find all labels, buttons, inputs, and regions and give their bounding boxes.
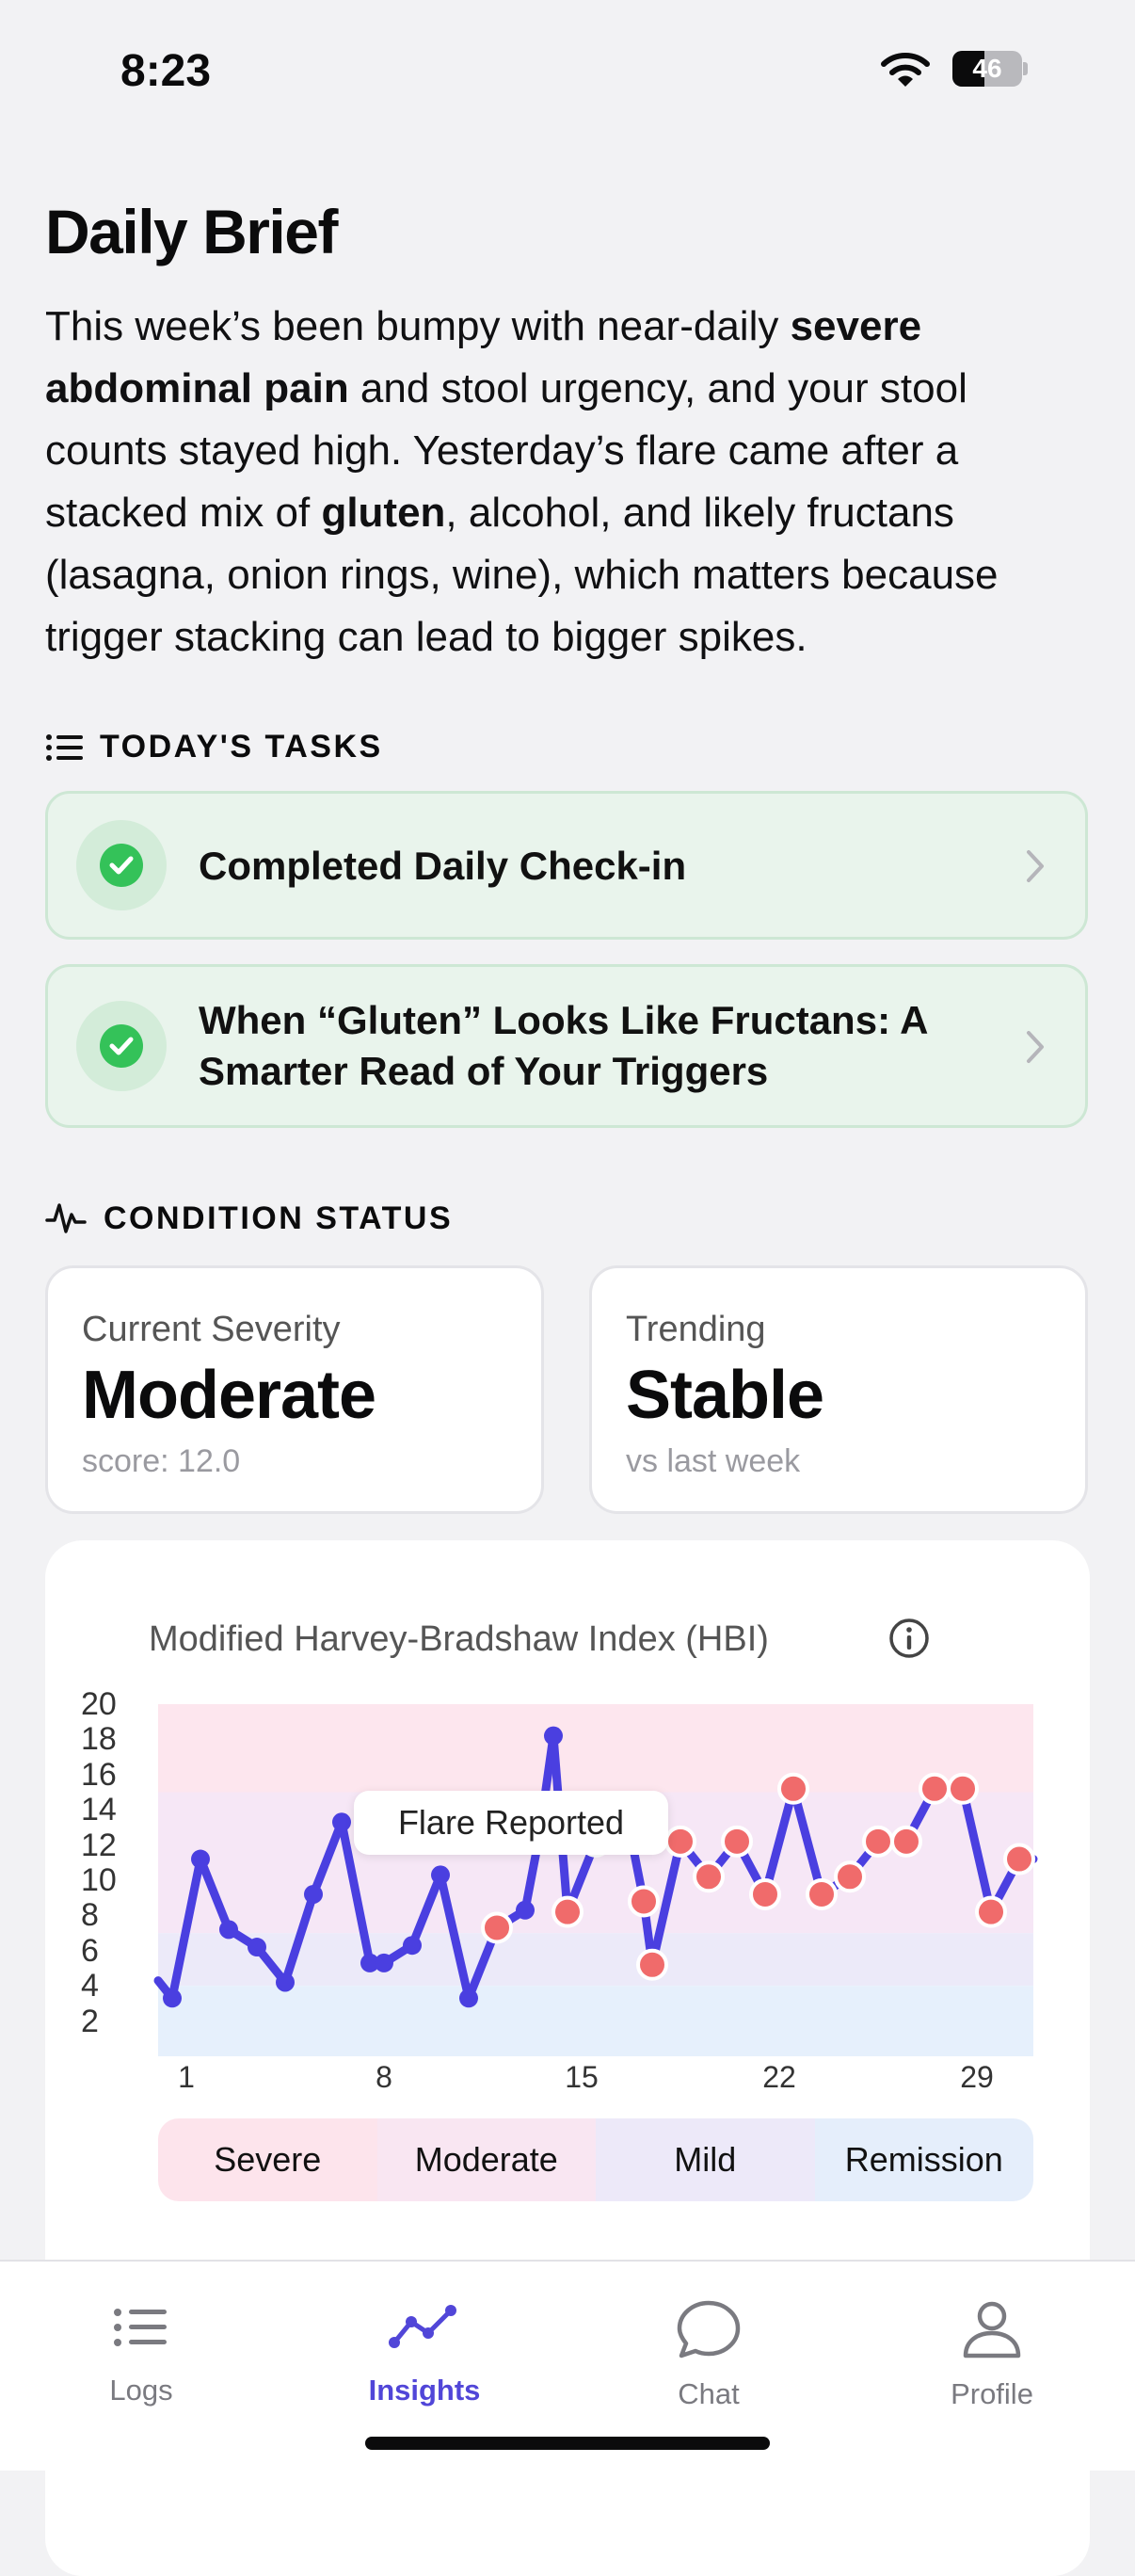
- list-icon: [46, 733, 83, 761]
- y-tick-label: 12: [81, 1827, 117, 1863]
- info-icon[interactable]: [887, 1617, 931, 1660]
- chat-bubble-icon: [677, 2300, 741, 2359]
- brief-segment: This week’s been bumpy with near-daily: [45, 303, 791, 349]
- person-icon: [963, 2301, 1021, 2359]
- legend-severe: Severe: [158, 2118, 377, 2201]
- battery-percent: 46: [972, 54, 1002, 83]
- home-indicator: [365, 2437, 770, 2450]
- page-title: Daily Brief: [45, 197, 338, 266]
- tab-chat-label: Chat: [678, 2377, 740, 2410]
- chevron-right-icon: [1027, 850, 1044, 882]
- tab-logs[interactable]: Logs: [47, 2299, 235, 2407]
- wifi-icon: [881, 53, 930, 87]
- tab-profile[interactable]: Profile: [898, 2299, 1086, 2411]
- trend-line-icon: [389, 2305, 456, 2348]
- x-tick-label: 8: [376, 2060, 392, 2094]
- task-label: Completed Daily Check-in: [199, 844, 687, 888]
- legend-moderate: Moderate: [376, 2118, 596, 2201]
- status-bar: 8:23 46: [0, 0, 1135, 141]
- list-icon: [114, 2309, 167, 2346]
- tab-insights-label: Insights: [368, 2374, 481, 2407]
- clock: 8:23: [120, 46, 212, 96]
- daily-brief-text: This week’s been bumpy with near-daily s…: [45, 296, 1099, 668]
- task-item[interactable]: Completed Daily Check-in: [45, 791, 1088, 940]
- x-tick-label: 1: [178, 2060, 195, 2094]
- legend-mild: Mild: [596, 2118, 815, 2201]
- flare-reported-tooltip: Flare Reported: [354, 1791, 668, 1855]
- pulse-icon: [45, 1203, 87, 1233]
- y-tick-label: 20: [81, 1686, 117, 1722]
- severity-label: Current Severity: [82, 1310, 341, 1349]
- tasks-heading-label: TODAY'S TASKS: [100, 729, 383, 765]
- x-tick-label: 22: [762, 2060, 796, 2094]
- x-tick-label: 29: [960, 2060, 994, 2094]
- flare-reported-label: Flare Reported: [397, 1803, 625, 1842]
- severity-score: score: 12.0: [82, 1443, 241, 1479]
- trend-card: Trending Stable vs last week: [589, 1265, 1088, 1514]
- check-circle-icon: [76, 1001, 167, 1091]
- task-item[interactable]: When “Gluten” Looks Like Fructans: A Sma…: [45, 964, 1088, 1128]
- legend-remission: Remission: [814, 2118, 1033, 2201]
- severity-card: Current Severity Moderate score: 12.0: [45, 1265, 544, 1514]
- condition-heading: CONDITION STATUS: [45, 1199, 453, 1237]
- tasks-heading: TODAY'S TASKS: [45, 729, 383, 765]
- y-tick-label: 4: [81, 1968, 99, 2004]
- y-tick-label: 8: [81, 1897, 99, 1934]
- trend-value: Stable: [626, 1358, 824, 1433]
- y-tick-label: 18: [81, 1721, 117, 1758]
- task-label: When “Gluten” Looks Like Fructans: A Sma…: [199, 998, 927, 1093]
- condition-heading-label: CONDITION STATUS: [104, 1199, 454, 1236]
- tab-chat[interactable]: Chat: [615, 2299, 803, 2411]
- tab-logs-label: Logs: [109, 2374, 173, 2407]
- trend-sub: vs last week: [626, 1443, 801, 1479]
- brief-highlight: gluten: [321, 490, 446, 536]
- chevron-right-icon: [1027, 1031, 1044, 1063]
- y-tick-label: 6: [81, 1932, 99, 1969]
- tab-profile-label: Profile: [951, 2377, 1033, 2410]
- severity-value: Moderate: [82, 1358, 376, 1433]
- tab-insights[interactable]: Insights: [330, 2299, 519, 2407]
- trend-label: Trending: [626, 1310, 766, 1349]
- x-tick-label: 15: [565, 2060, 599, 2094]
- check-circle-icon: [76, 820, 167, 910]
- y-tick-label: 14: [81, 1792, 117, 1828]
- y-tick-label: 10: [81, 1862, 117, 1898]
- y-tick-label: 16: [81, 1756, 117, 1793]
- y-tick-label: 2: [81, 2003, 99, 2039]
- severity-legend: Severe Moderate Mild Remission: [158, 2118, 1033, 2201]
- chart-title: Modified Harvey-Bradshaw Index (HBI): [149, 1619, 769, 1659]
- battery-icon: 46: [952, 51, 1028, 87]
